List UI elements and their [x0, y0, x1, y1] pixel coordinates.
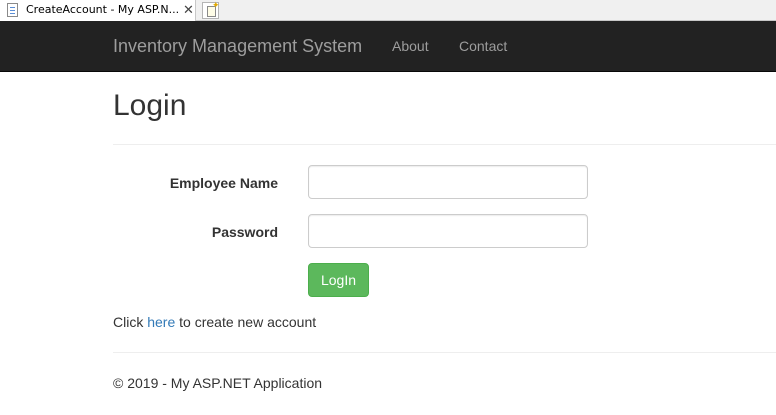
- password-label: Password: [211, 224, 278, 240]
- nav-link-about[interactable]: About: [392, 38, 429, 54]
- footer-divider: [113, 352, 776, 353]
- new-tab-button[interactable]: ✦: [202, 0, 220, 19]
- browser-tab[interactable]: CreateAccount - My ASP.N... ✕: [0, 0, 196, 21]
- employee-name-input[interactable]: [308, 165, 588, 199]
- create-account-link[interactable]: here: [147, 314, 175, 330]
- page-title: Login: [113, 89, 187, 122]
- employee-name-label: Employee Name: [169, 175, 278, 191]
- navbar: Inventory Management System About Contac…: [0, 21, 776, 72]
- create-account-suffix: to create new account: [175, 314, 317, 330]
- browser-tab-title: CreateAccount - My ASP.N...: [26, 3, 180, 16]
- login-button[interactable]: LogIn: [308, 263, 369, 297]
- nav-link-contact[interactable]: Contact: [459, 38, 507, 54]
- create-account-prefix: Click: [113, 314, 148, 330]
- password-input[interactable]: [308, 214, 588, 248]
- divider: [113, 144, 776, 145]
- navbar-brand[interactable]: Inventory Management System: [113, 36, 362, 57]
- footer-copyright: © 2019 - My ASP.NET Application: [113, 375, 323, 391]
- page-icon: [7, 3, 18, 17]
- browser-tab-strip: CreateAccount - My ASP.N... ✕ ✦: [0, 0, 776, 21]
- sparkle-icon: ✦: [212, 0, 220, 10]
- close-tab-icon[interactable]: ✕: [183, 1, 194, 19]
- create-account-text: Click here to create new account: [113, 314, 316, 330]
